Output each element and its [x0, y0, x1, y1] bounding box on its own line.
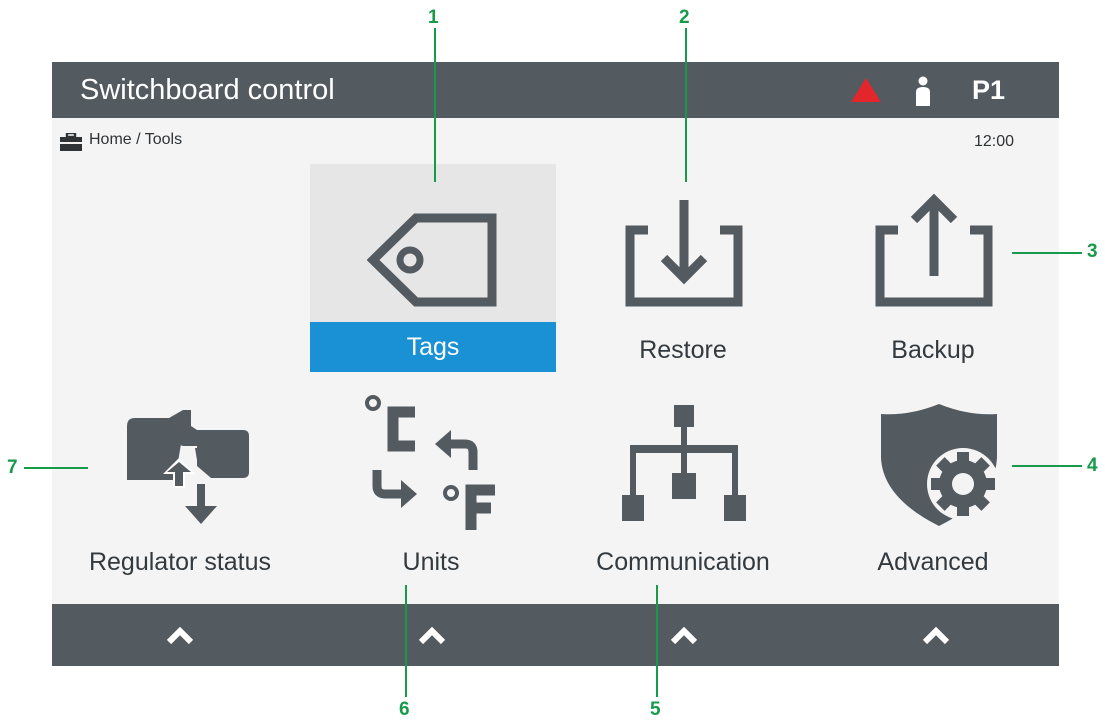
callout-1: 1 [428, 7, 439, 28]
callout-2: 2 [679, 7, 690, 28]
callout-7: 7 [7, 457, 18, 478]
restore-tile[interactable]: Restore [560, 164, 806, 372]
callout-line-7 [24, 467, 88, 469]
callout-line-3 [1012, 252, 1082, 254]
chevron-up-icon[interactable] [418, 627, 446, 645]
callout-line-2 [685, 28, 687, 182]
backup-tile[interactable]: Backup [810, 164, 1056, 372]
regulator-status-icon [127, 410, 249, 524]
download-tray-icon [625, 200, 743, 307]
upload-tray-icon [875, 194, 993, 307]
callout-3: 3 [1087, 241, 1098, 262]
callout-line-6 [405, 585, 407, 697]
callout-4: 4 [1087, 455, 1098, 476]
network-icon [622, 405, 746, 521]
breadcrumb-row: Home / Tools 12:00 [52, 118, 1059, 158]
tile-label-backup: Backup [891, 336, 975, 364]
tags-tile[interactable]: Tags [310, 164, 556, 372]
tile-label-units: Units [402, 548, 460, 576]
warning-triangle-icon[interactable] [850, 77, 882, 103]
title-bar: Switchboard control P1 [52, 62, 1059, 118]
toolbox-icon [60, 133, 82, 151]
callout-6: 6 [399, 699, 410, 720]
tile-label-communication: Communication [596, 548, 770, 576]
regulator-status-tile[interactable]: Regulator status [57, 376, 303, 584]
chevron-up-icon[interactable] [670, 627, 698, 645]
units-tile[interactable]: Units [308, 376, 554, 584]
callout-line-4 [1012, 465, 1082, 467]
clock: 12:00 [974, 133, 1015, 150]
tag-icon [367, 213, 497, 307]
hmi-screen: Switchboard control P1 Home / Tools 12:0… [52, 62, 1059, 666]
callout-5: 5 [650, 699, 661, 720]
advanced-tile[interactable]: Advanced [810, 376, 1056, 584]
shield-gear-icon [881, 404, 999, 526]
tile-label-tags: Tags [310, 322, 556, 372]
callout-line-5 [656, 585, 658, 697]
profile-indicator[interactable]: P1 [972, 74, 1005, 106]
communication-tile[interactable]: Communication [560, 376, 806, 584]
tile-label-advanced: Advanced [877, 548, 989, 576]
chevron-up-icon[interactable] [166, 627, 194, 645]
footer-bar [52, 604, 1059, 666]
tile-label-regulator-status: Regulator status [88, 548, 272, 576]
user-icon[interactable] [914, 76, 932, 106]
chevron-up-icon[interactable] [922, 627, 950, 645]
tile-label-restore: Restore [639, 336, 727, 364]
page-title: Switchboard control [80, 74, 335, 106]
callout-line-1 [434, 28, 436, 182]
breadcrumb[interactable]: Home / Tools [89, 131, 182, 149]
unit-conversion-icon [365, 395, 495, 530]
